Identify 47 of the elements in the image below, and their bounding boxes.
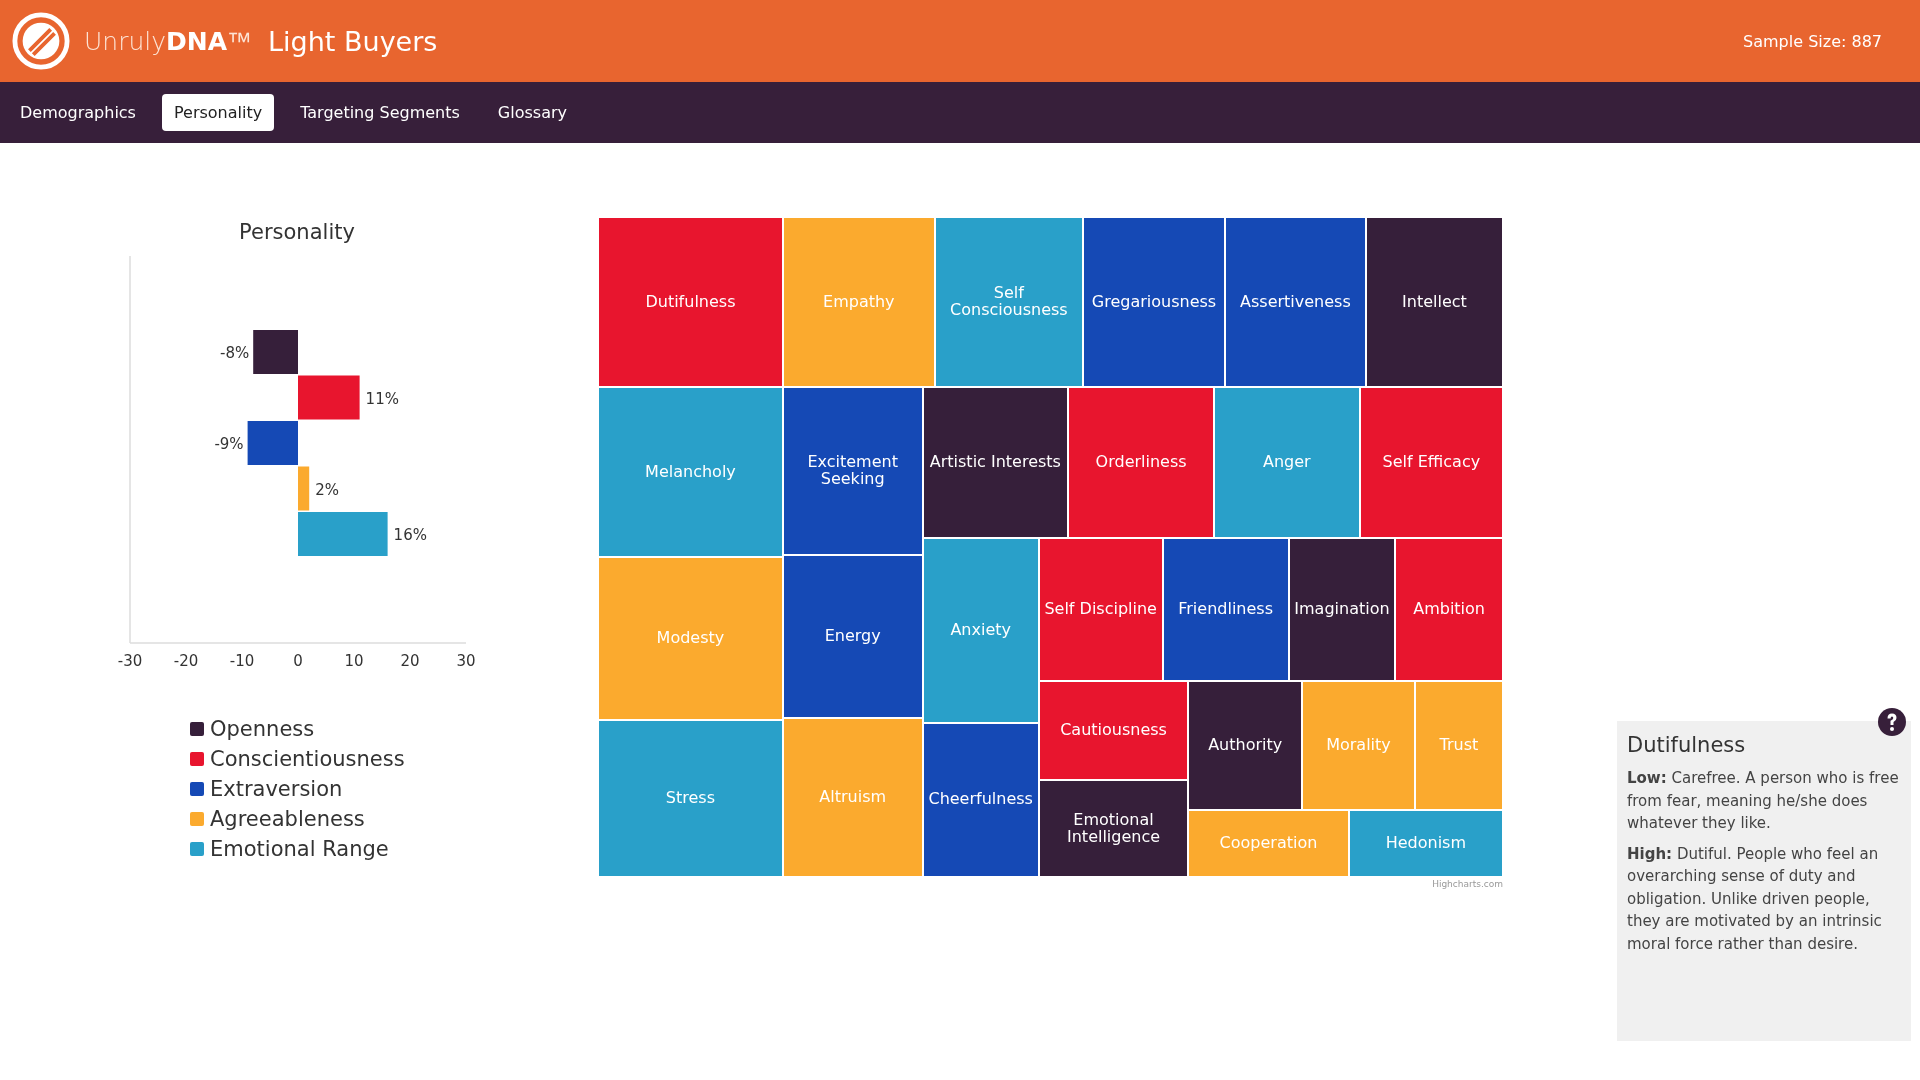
treemap-tile[interactable]: Ambition — [1395, 537, 1503, 682]
legend-label[interactable]: Extraversion — [210, 777, 343, 801]
treemap-tile[interactable]: Artistic Interests — [922, 387, 1069, 538]
nav-tab[interactable]: Demographics — [8, 94, 148, 131]
treemap-tile[interactable]: Gregariousness — [1082, 217, 1225, 388]
treemap-tile[interactable]: Emotional Intelligence — [1038, 780, 1189, 877]
value-label: 16% — [393, 526, 427, 544]
page-title: Light Buyers — [268, 25, 438, 57]
tick-label: 30 — [456, 652, 476, 670]
legend-label[interactable]: Agreeableness — [210, 807, 365, 831]
treemap-tile[interactable]: Self Discipline — [1038, 537, 1163, 682]
value-label: 2% — [315, 480, 339, 499]
treemap-tile[interactable]: Self Efficacy — [1359, 387, 1503, 538]
value-label: -8% — [220, 344, 250, 362]
brand-name: UnrulyDNA™ — [84, 26, 253, 56]
legend-label[interactable]: Emotional Range — [210, 837, 389, 861]
nav-tab[interactable]: Targeting Segments — [288, 94, 472, 131]
treemap-tile[interactable]: Imagination — [1288, 537, 1396, 682]
tick-label: -30 — [117, 652, 143, 670]
logo-icon — [12, 12, 70, 70]
sample-size: Sample Size: 887 — [1743, 31, 1882, 51]
tick-label: 0 — [293, 652, 303, 670]
treemap-tile[interactable]: Orderliness — [1068, 387, 1214, 538]
tick-label: -10 — [229, 652, 255, 670]
value-label: 11% — [365, 389, 399, 408]
nav-tab[interactable]: Glossary — [485, 94, 579, 131]
treemap-tile[interactable]: Intellect — [1365, 217, 1503, 388]
value-label: -9% — [214, 435, 244, 453]
treemap-tile[interactable]: Excitement Seeking — [782, 387, 923, 555]
treemap-tile[interactable]: Authority — [1188, 681, 1303, 810]
tick-label: -20 — [173, 652, 199, 670]
legend-label[interactable]: Conscientiousness — [210, 747, 405, 771]
treemap-tile[interactable]: Energy — [782, 554, 923, 718]
treemap-tile[interactable]: Dutifulness — [598, 217, 783, 388]
tick-label: 10 — [344, 652, 364, 670]
chart-title: Personality — [238, 220, 356, 244]
nav-tab[interactable]: Personality — [161, 94, 275, 131]
panel-title: Dutifulness — [1627, 733, 1747, 757]
treemap-tile[interactable]: Assertiveness — [1225, 217, 1366, 388]
description-text: High: Dutiful. People who feel an overarching sense of duty and obligation. Unlike driven people, they are motivated by an intrinsic moral force rather than desire. — [1627, 843, 1883, 955]
treemap-tile[interactable]: Cautiousness — [1038, 681, 1189, 781]
description-text: Low: Carefree. A person who is free from fear, meaning he/she does whatever they like. — [1627, 768, 1900, 834]
treemap-tile[interactable]: Friendliness — [1162, 537, 1289, 682]
treemap-tile[interactable]: Cheerfulness — [922, 722, 1039, 877]
legend-label[interactable]: Openness — [210, 717, 315, 741]
tick-label: 20 — [400, 652, 420, 670]
help-icon[interactable] — [1877, 707, 1907, 737]
